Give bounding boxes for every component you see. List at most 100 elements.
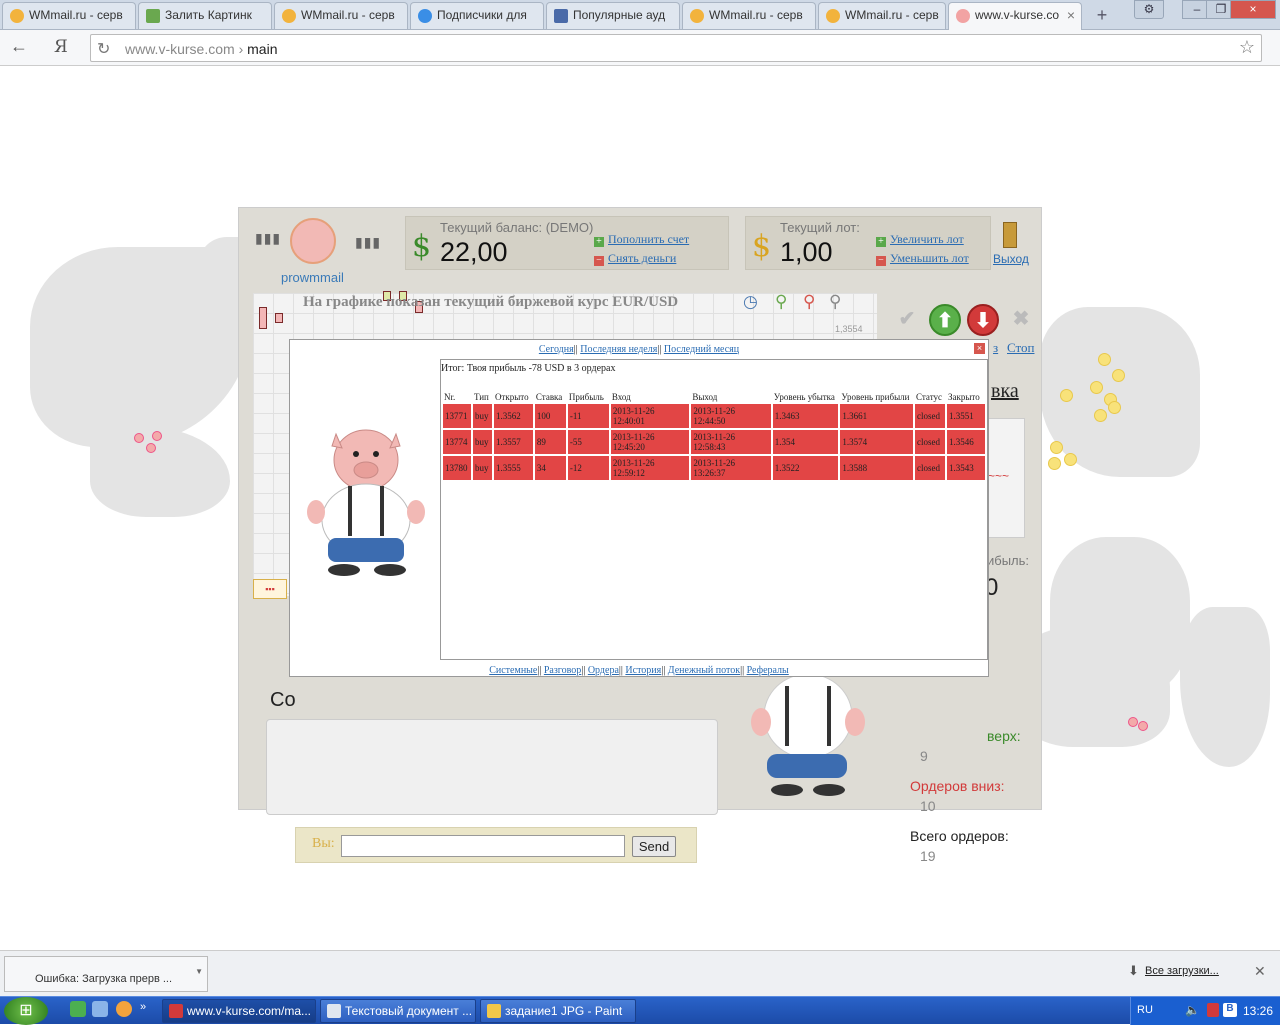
footer-link-referrals[interactable]: Рефералы (747, 665, 789, 676)
download-status: Ошибка: Загрузка прерв ... (35, 973, 173, 985)
browser-tab[interactable]: Залить Картинк (138, 2, 272, 29)
cell-profit: -11 (567, 404, 609, 428)
browser-tab[interactable]: WMmail.ru - серв (2, 2, 136, 29)
clock-icon[interactable]: ◷ (743, 292, 758, 312)
browser-tab[interactable]: Популярные ауд (546, 2, 680, 29)
column-header: Выход (692, 392, 718, 402)
nav-today[interactable]: Сегодня (539, 344, 574, 355)
download-arrow-icon: ⬇ (1128, 963, 1139, 978)
cell-status: closed (915, 430, 945, 454)
taskbar-button-paint[interactable]: задание1 JPG - Paint (480, 999, 636, 1023)
mail-at-icon[interactable] (116, 1001, 132, 1017)
play-favicon-icon (554, 9, 568, 23)
browser-tab[interactable]: WMmail.ru - серв (682, 2, 816, 29)
nav-last-week[interactable]: Последняя неделя (580, 344, 657, 355)
language-indicator[interactable]: RU (1137, 1004, 1153, 1016)
cell-stake: 100 (534, 404, 566, 428)
taskbar-label: www.v-kurse.com/ma... (187, 1004, 312, 1018)
increase-lot-link[interactable]: + Увеличить лот (876, 232, 964, 247)
close-icon[interactable]: × (974, 343, 985, 354)
nav-separator: || (581, 665, 586, 676)
taskbar-button-browser[interactable]: www.v-kurse.com/ma... (162, 999, 316, 1023)
candlestick-icon[interactable]: ▮▮▮ (255, 230, 281, 247)
chat-input[interactable] (341, 835, 625, 857)
close-icon[interactable]: ✕ (1254, 963, 1266, 980)
zoom-in-icon[interactable]: ⚲ (775, 292, 787, 312)
yandex-logo-icon[interactable]: Я (54, 37, 68, 57)
reload-icon[interactable]: ↻ (97, 39, 110, 59)
zoom-reset-icon[interactable]: ⚲ (829, 292, 841, 312)
browser-tab-active[interactable]: www.v-kurse.co × (948, 2, 1082, 30)
cell-type: buy (472, 430, 492, 454)
close-window-icon[interactable]: × (1230, 0, 1276, 19)
tab-label: WMmail.ru - серв (29, 8, 123, 22)
avatar[interactable] (290, 218, 336, 264)
chat-log[interactable] (266, 719, 718, 815)
plus-icon: + (876, 237, 886, 247)
address-text[interactable]: www.v-kurse.com › main (125, 41, 278, 57)
door-exit-icon[interactable] (1003, 222, 1017, 248)
browser-tab[interactable]: WMmail.ru - серв (274, 2, 408, 29)
clock[interactable]: 13:26 (1243, 1004, 1273, 1018)
send-button[interactable]: Send (632, 836, 676, 857)
buy-up-arrow-button[interactable]: ⬆ (929, 304, 961, 336)
cell-exit: 2013-11-26 12:58:43 (691, 430, 771, 454)
bar-chart-icon[interactable]: ▮▮▮ (355, 234, 381, 251)
new-tab-button[interactable]: + (1092, 5, 1112, 26)
show-all-downloads-link[interactable]: Все загрузки... (1145, 965, 1219, 977)
wmmail-favicon-icon (282, 9, 296, 23)
dollar-icon: $ (752, 229, 772, 264)
decrease-lot-link[interactable]: − Уменьшить лот (876, 251, 969, 266)
paint-icon (487, 1004, 501, 1018)
footer-link-system[interactable]: Системные (489, 665, 537, 676)
cancel-x-icon[interactable]: ✖ (1005, 304, 1037, 336)
table-row[interactable]: 13771 buy 1.3562 100 -11 2013-11-26 12:4… (443, 404, 985, 428)
dollar-icon: $ (412, 229, 432, 264)
nav-separator: || (740, 665, 745, 676)
browser-tab[interactable]: Подписчики для (410, 2, 544, 29)
table-row[interactable]: 13780 buy 1.3555 34 -12 2013-11-26 12:59… (443, 456, 985, 480)
gear-icon[interactable]: ⚙ (1134, 0, 1164, 19)
address-bar[interactable]: ↻ www.v-kurse.com › main ☆ (90, 34, 1262, 62)
volume-icon[interactable]: 🔈 (1185, 1003, 1200, 1017)
sell-down-arrow-button[interactable]: ⬇ (967, 304, 999, 336)
zoom-out-icon[interactable]: ⚲ (803, 292, 815, 312)
partial-link[interactable]: з (993, 340, 998, 356)
url-path: main (247, 41, 278, 57)
explorer-icon[interactable] (92, 1001, 108, 1017)
utorrent-icon[interactable] (70, 1001, 86, 1017)
withdraw-link[interactable]: − Снять деньги (594, 251, 676, 266)
chevron-right-icon[interactable]: » (140, 1001, 146, 1013)
column-header: Уровень прибыли (841, 392, 910, 402)
orders-down-label: Ордеров вниз: (910, 778, 1005, 794)
start-button[interactable]: ⊞ (4, 997, 48, 1025)
deposit-link[interactable]: + Пополнить счет (594, 232, 689, 247)
wmmail-favicon-icon (690, 9, 704, 23)
lot-value: 1,00 (780, 237, 833, 267)
table-row[interactable]: 13774 buy 1.3557 89 -55 2013-11-26 12:45… (443, 430, 985, 454)
taskbar-label: задание1 JPG - Paint (505, 1004, 623, 1018)
footer-link-chat[interactable]: Разговор (544, 665, 581, 676)
vk-icon[interactable]: B (1223, 1003, 1237, 1017)
antivirus-icon[interactable] (1207, 1003, 1219, 1017)
back-arrow-icon[interactable]: ← (10, 36, 28, 57)
taskbar-button-notepad[interactable]: Текстовый документ ... (320, 999, 476, 1023)
footer-link-orders[interactable]: Ордера (588, 665, 619, 676)
footer-link-history[interactable]: История (625, 665, 661, 676)
browser-tab[interactable]: WMmail.ru - серв (818, 2, 946, 29)
footer-link-cashflow[interactable]: Денежный поток (668, 665, 740, 676)
cell-status: closed (915, 456, 945, 480)
close-tab-icon[interactable]: × (1067, 7, 1075, 23)
exit-link[interactable]: Выход (993, 252, 1029, 266)
checkmark-icon[interactable]: ✔ (891, 304, 923, 336)
username-link[interactable]: prowmmail (281, 270, 344, 285)
cell-open: 1.3562 (493, 404, 533, 428)
stop-link[interactable]: Стоп (1007, 340, 1034, 356)
notepad-icon (327, 1004, 341, 1018)
tab-label: WMmail.ru - серв (709, 8, 803, 22)
column-header: Ставка (535, 392, 563, 402)
bookmark-star-icon[interactable]: ☆ (1239, 37, 1255, 58)
nav-separator: || (537, 665, 542, 676)
chevron-down-icon[interactable]: ▼ (195, 967, 203, 976)
nav-last-month[interactable]: Последний месяц (664, 344, 739, 355)
